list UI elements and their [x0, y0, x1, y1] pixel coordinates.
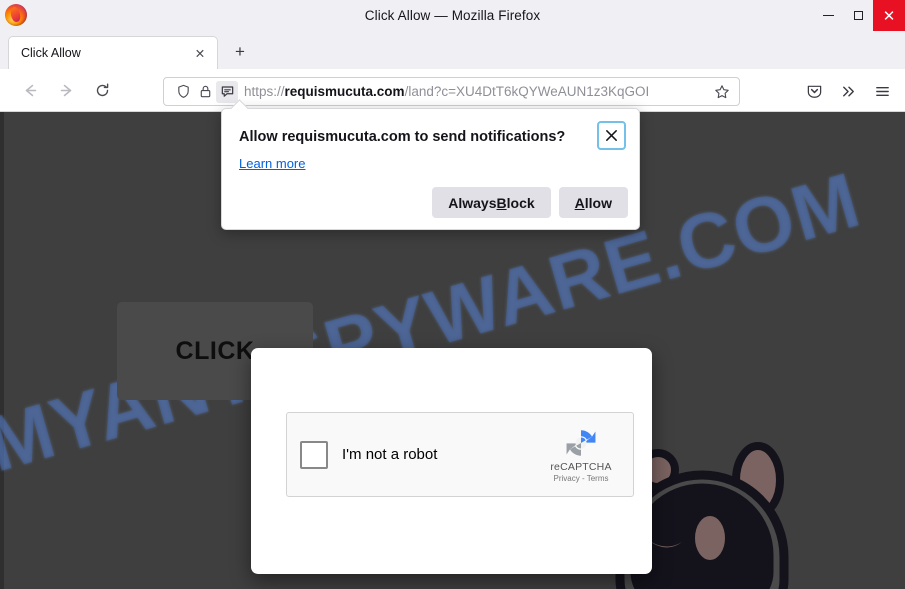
minimize-button[interactable]	[813, 0, 843, 31]
recaptcha-checkbox[interactable]	[300, 440, 328, 469]
maximize-button[interactable]	[843, 0, 873, 31]
recaptcha-legal-links[interactable]: Privacy - Terms	[554, 474, 609, 483]
tab-strip: Click Allow ✕ +	[0, 31, 905, 69]
url-text[interactable]: https://requismucuta.com/land?c=XU4DtT6k…	[244, 84, 711, 99]
window-title: Click Allow — Mozilla Firefox	[364, 8, 541, 23]
close-icon[interactable]	[597, 121, 626, 150]
notification-permission-icon[interactable]	[216, 80, 238, 103]
page-left-edge	[0, 112, 4, 589]
recaptcha-branding: reCAPTCHA Privacy - Terms	[535, 426, 627, 483]
allow-button[interactable]: Allow	[558, 187, 628, 218]
captcha-card: I'm not a robot reCAPTCHA Privacy - Term…	[251, 348, 652, 574]
click-box-label: CLICK	[175, 336, 255, 365]
title-bar: Click Allow — Mozilla Firefox ✕	[0, 0, 905, 31]
new-tab-button[interactable]: +	[226, 38, 254, 66]
recaptcha-logo-icon	[566, 430, 596, 456]
forward-arrow-icon[interactable]	[50, 75, 82, 105]
close-window-button[interactable]: ✕	[873, 0, 905, 31]
padlock-icon[interactable]	[194, 81, 216, 103]
tab-label: Click Allow	[21, 46, 81, 60]
always-block-button[interactable]: Always Block	[432, 187, 551, 218]
tab-close-icon[interactable]: ✕	[191, 44, 209, 62]
tab-click-allow[interactable]: Click Allow ✕	[8, 36, 218, 69]
window-controls: ✕	[813, 0, 905, 31]
star-icon[interactable]	[711, 84, 733, 100]
recaptcha-widget[interactable]: I'm not a robot reCAPTCHA Privacy - Term…	[286, 412, 634, 497]
reload-icon[interactable]	[86, 75, 118, 105]
chevron-double-right-icon[interactable]	[831, 77, 865, 106]
shield-icon[interactable]	[172, 81, 194, 103]
doorhanger-heading: Allow requismucuta.com to send notificat…	[239, 129, 566, 145]
url-bar[interactable]: https://requismucuta.com/land?c=XU4DtT6k…	[163, 77, 740, 106]
pocket-save-icon[interactable]	[797, 77, 831, 106]
hamburger-menu-icon[interactable]	[865, 77, 899, 106]
recaptcha-brand-name: reCAPTCHA	[550, 461, 612, 473]
recaptcha-label: I'm not a robot	[342, 446, 438, 463]
doorhanger-buttons: Always Block Allow	[432, 187, 628, 218]
firefox-logo-icon	[5, 4, 27, 26]
notification-permission-dialog: Allow requismucuta.com to send notificat…	[221, 99, 640, 230]
back-arrow-icon[interactable]	[14, 75, 46, 105]
learn-more-link[interactable]: Learn more	[239, 156, 305, 171]
toolbar-right-group	[797, 77, 899, 106]
firefox-browser-window: Click Allow — Mozilla Firefox ✕ Click Al…	[0, 0, 905, 589]
